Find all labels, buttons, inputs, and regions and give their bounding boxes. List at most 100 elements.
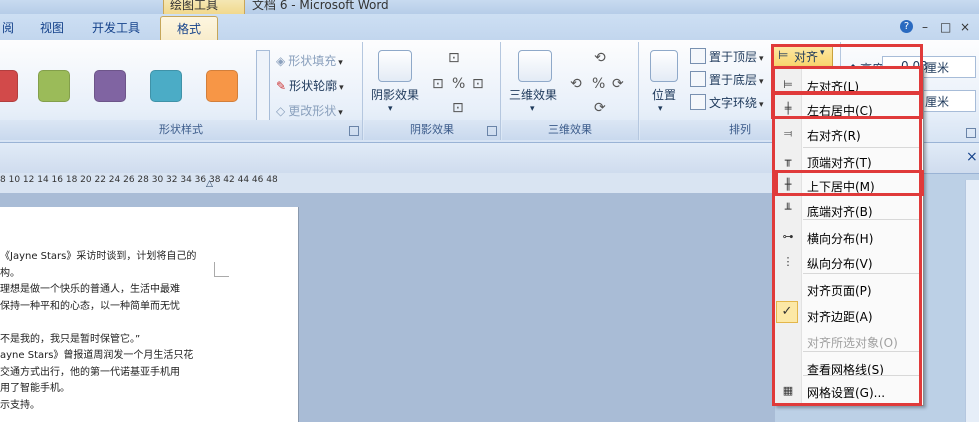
document-line: 理想是做一个快乐的普通人，生活中最难 [0, 284, 180, 295]
send-back-icon [690, 71, 706, 87]
tilt-down-icon[interactable]: ⟳ [594, 100, 606, 116]
bring-front-icon [690, 48, 706, 64]
style-swatch[interactable] [150, 70, 182, 102]
menu-separator [803, 147, 921, 148]
paint-bucket-icon: ◈ [276, 54, 286, 68]
indent-marker-icon[interactable]: △ [206, 179, 213, 189]
menu-item[interactable]: ⊶ 横向分布(H) [775, 225, 923, 249]
text-wrap-button[interactable]: 文字环绕 ▾ [690, 94, 764, 111]
menu-separator [803, 273, 921, 274]
shape-outline-button[interactable]: ✎ 形状轮廓 ▾ [276, 77, 344, 94]
shadow-effects-icon[interactable] [378, 50, 412, 82]
align-dropdown-menu: ⊨ 左对齐(L) ╪ 左右居中(C) ⫤ 右对齐(R) ╥ 顶端对齐(T) ╫ 上下居中(M) ╨ 底… [774, 66, 924, 406]
tilt-left-icon[interactable]: ⟲ [570, 76, 582, 92]
tab-format[interactable]: 格式 [160, 16, 218, 41]
title-bar: 绘图工具 文档 6 - Microsoft Word [0, 0, 979, 15]
pen-icon: ✎ [276, 79, 287, 93]
menu-item[interactable]: ╫ 上下居中(M) [775, 173, 923, 197]
menu-item-label: 对齐边距(A) [807, 310, 873, 324]
menu-item[interactable]: ⋮ 纵向分布(V) [775, 250, 923, 274]
menu-item[interactable]: ▦ 网格设置(G)... [775, 379, 923, 403]
bring-to-front-button[interactable]: 置于顶层 ▾ [690, 48, 764, 65]
menu-item[interactable]: ╪ 左右居中(C) [775, 97, 923, 121]
menu-separator [803, 375, 921, 376]
close-button[interactable]: × [960, 20, 970, 34]
nudge-shadow-right-icon[interactable]: ⊡ [472, 76, 484, 92]
3d-effects-button[interactable]: 三维效果 [509, 86, 557, 103]
restore-button[interactable]: □ [940, 20, 951, 34]
tilt-right-icon[interactable]: ⟳ [612, 76, 624, 92]
nudge-shadow-left-icon[interactable]: ⊡ [432, 76, 444, 92]
help-icon[interactable]: ? [900, 20, 913, 33]
document-line: 交通方式出行，他的第一代诺基亚手机用 [0, 366, 180, 378]
styles-scroll[interactable] [256, 50, 270, 124]
shadow-effects-button[interactable]: 阴影效果 [371, 86, 419, 103]
close-pane-icon[interactable]: × [966, 149, 978, 165]
align-icon: ⊨ [778, 48, 789, 62]
style-swatch[interactable] [38, 70, 70, 102]
menu-item-label: 纵向分布(V) [807, 257, 873, 271]
menu-item-icon: ⫤ [783, 127, 793, 140]
tab-developer[interactable]: 开发工具 [92, 19, 140, 36]
align-button[interactable]: ⊨ 对齐 ▾ [773, 44, 833, 68]
chevron-down-icon: ▾ [338, 58, 343, 68]
document-line: 《Jayne Stars》采访时谈到，计划将自己的 [0, 251, 197, 262]
menu-item-icon: ⋮ [782, 255, 794, 268]
menu-item[interactable]: ⊨ 左对齐(L) [775, 73, 923, 97]
minimize-button[interactable]: – [922, 20, 928, 34]
dialog-launcher-icon[interactable] [487, 126, 497, 136]
shape-icon: ◇ [276, 104, 286, 118]
chevron-down-icon: ▾ [759, 77, 764, 87]
dialog-launcher-icon[interactable] [349, 126, 359, 136]
document-line: 构。 [0, 267, 20, 279]
chevron-down-icon: ▾ [388, 104, 393, 114]
3d-toggle-icon[interactable]: % [592, 76, 605, 92]
menu-item-label: 上下居中(M) [807, 180, 875, 194]
menu-item-icon: ╨ [784, 203, 792, 216]
horizontal-ruler: 8 10 12 14 16 18 20 22 24 26 28 30 32 34… [0, 173, 775, 193]
position-button[interactable]: 位置 [652, 86, 676, 103]
group-label: 阴影效果 [364, 120, 500, 140]
menu-item-icon: ▦ [782, 384, 794, 397]
menu-item-label: 网格设置(G)... [807, 386, 886, 400]
tab-view[interactable]: 视图 [40, 19, 64, 36]
chevron-down-icon: ▾ [338, 108, 343, 118]
menu-item-label: 横向分布(H) [807, 232, 874, 246]
menu-item[interactable]: 查看网格线(S) [775, 356, 923, 380]
document-line: 保持一种平和的心态，以一种简单而无忧 [0, 300, 180, 312]
chevron-down-icon: ▾ [759, 100, 764, 110]
menu-item: 对齐所选对象(O) [775, 329, 923, 353]
menu-item[interactable]: ⫤ 右对齐(R) [775, 122, 923, 146]
dialog-launcher-icon[interactable] [966, 128, 976, 138]
style-swatch[interactable] [0, 70, 18, 102]
nudge-shadow-down-icon[interactable]: ⊡ [452, 100, 464, 116]
menu-item[interactable]: ╥ 顶端对齐(T) [775, 149, 923, 173]
3d-effects-icon[interactable] [518, 50, 552, 82]
menu-item-label: 左对齐(L) [807, 80, 860, 94]
menu-separator [803, 351, 921, 352]
tilt-up-icon[interactable]: ⟲ [594, 50, 606, 66]
chevron-down-icon: ▾ [339, 83, 344, 93]
menu-item-label: 顶端对齐(T) [807, 156, 872, 170]
chevron-down-icon: ▾ [820, 48, 825, 58]
group-3d: 三维效果 ▾ ⟲ ⟲ % ⟳ ⟳ 三维效果 [502, 42, 639, 140]
menu-item[interactable]: 对齐页面(P) [775, 277, 923, 301]
context-tab-label: 绘图工具 [170, 0, 219, 12]
group-label: 三维效果 [502, 120, 638, 140]
change-shape-button: ◇ 更改形状 ▾ [276, 104, 343, 118]
chevron-down-icon: ▾ [530, 104, 535, 114]
style-swatch[interactable] [206, 70, 238, 102]
nudge-shadow-up-icon[interactable]: ⊡ [448, 50, 460, 66]
menu-item-label: 对齐所选对象(O) [807, 336, 898, 350]
position-icon[interactable] [650, 50, 678, 82]
send-to-back-button[interactable]: 置于底层 ▾ [690, 71, 764, 88]
tab-review[interactable]: 阅 [2, 19, 14, 36]
menu-item-icon [780, 361, 796, 375]
ruler-ticks: 8 10 12 14 16 18 20 22 24 26 28 30 32 34… [0, 175, 278, 185]
ribbon-tab-row: 阅 视图 开发工具 格式 ? – □ × [0, 14, 979, 41]
shadow-toggle-icon[interactable]: % [452, 76, 465, 92]
document-page[interactable]: 《Jayne Stars》采访时谈到，计划将自己的 构。理想是做一个快乐的普通人，… [0, 207, 299, 422]
vertical-scrollbar[interactable] [965, 180, 979, 422]
menu-item-label: 左右居中(C) [807, 104, 873, 118]
style-swatch[interactable] [94, 70, 126, 102]
